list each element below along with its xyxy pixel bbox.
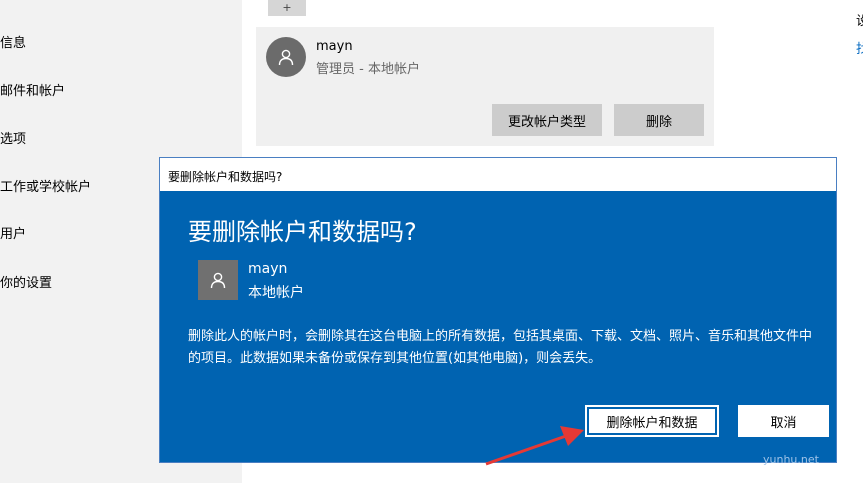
dialog-account-type: 本地帐户 — [248, 285, 304, 301]
sidebar-item-users[interactable]: 用户 — [0, 223, 26, 242]
user-icon — [278, 49, 294, 66]
dialog-user-name: mayn — [248, 261, 288, 277]
delete-button[interactable]: 删除 — [614, 104, 704, 136]
dialog-avatar — [198, 260, 238, 300]
sidebar-item-info[interactable]: 信息 — [0, 32, 26, 51]
dialog-title: 要删除帐户和数据吗? — [168, 170, 283, 184]
dialog-body-text: 删除此人的帐户时，会删除其在这台电脑上的所有数据，包括其桌面、下载、文档、照片、… — [188, 329, 813, 366]
user-icon — [210, 272, 226, 289]
dialog-heading: 要删除帐户和数据吗? — [188, 218, 417, 246]
avatar — [266, 37, 306, 77]
change-account-type-button[interactable]: 更改帐户类型 — [492, 104, 602, 136]
sidebar-item-your-settings[interactable]: 你的设置 — [0, 272, 52, 291]
cancel-button[interactable]: 取消 — [738, 405, 829, 437]
sidebar-item-options[interactable]: 选项 — [0, 128, 26, 147]
delete-account-and-data-button[interactable]: 删除帐户和数据 — [585, 405, 719, 437]
add-user-button[interactable]: + — [268, 0, 306, 16]
sidebar-item-email-accounts[interactable]: 邮件和帐户 — [0, 80, 65, 99]
sidebar-item-work-school-accounts[interactable]: 工作或学校帐户 — [0, 176, 91, 195]
right-panel-link[interactable]: 找 — [856, 38, 863, 57]
account-card[interactable]: mayn 管理员 - 本地帐户 更改帐户类型 删除 — [256, 27, 714, 146]
account-role: 管理员 - 本地帐户 — [316, 62, 420, 77]
dialog-titlebar: 要删除帐户和数据吗? — [160, 158, 836, 191]
right-panel-heading: 设 — [856, 14, 863, 29]
red-arrow-icon — [485, 426, 584, 466]
account-name: mayn — [316, 39, 353, 54]
watermark: yunhu.net — [763, 453, 819, 466]
